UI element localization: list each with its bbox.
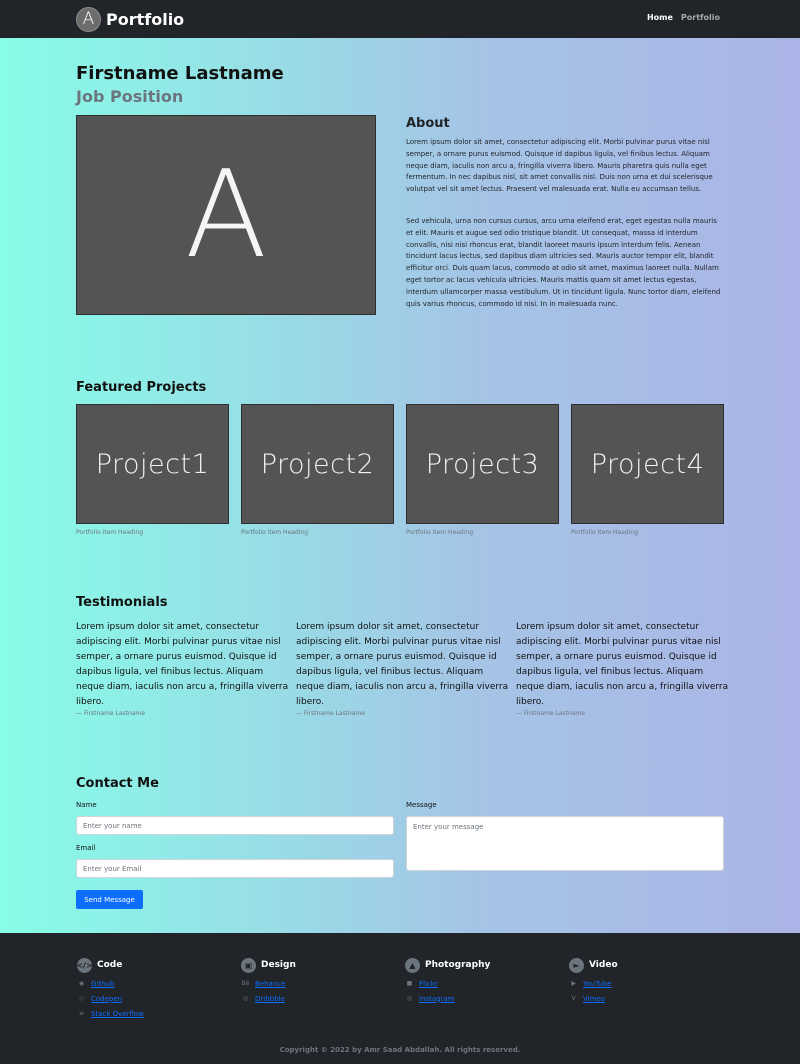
footer-heading-label: Code [97,960,123,970]
footer-column-design: ▣ Design Bē Behance ◎ Dribbble [241,957,296,1003]
footer-link[interactable]: ◎ Instagram [405,994,490,1003]
footer-heading: </> Code [76,957,144,973]
footer-link-label[interactable]: Codepen [91,995,122,1003]
nav-links: Home Portfolio [647,13,720,22]
project-card[interactable]: Project4 [571,404,724,524]
copyright: Copyright © 2022 by Amr Saad Abdallah. A… [279,1046,521,1054]
footer-heading-label: Video [589,960,618,970]
codepen-icon: ◇ [79,995,84,1002]
brand[interactable]: A Portfolio [76,6,184,32]
testimonial-author: — Firstname Lastname [296,710,365,717]
photo-icon: ▲ [405,957,420,973]
about-title: About [406,116,450,131]
footer-link[interactable]: ■ Flickr [405,979,490,988]
project-caption: Portfolio item Heading [241,529,309,536]
project-card[interactable]: Project3 [406,404,559,524]
contact-title: Contact Me [76,776,159,791]
project-caption: Portfolio item Heading [406,529,474,536]
youtube-icon: ▶ [571,980,576,987]
footer-link[interactable]: ▶ YouTube [569,979,618,988]
footer-heading: ▣ Design [241,957,296,973]
footer-link[interactable]: Bē Behance [241,979,296,988]
message-textarea[interactable]: Enter your message [406,816,724,871]
footer-link-label[interactable]: Behance [255,980,285,988]
github-icon: ◉ [78,980,85,987]
footer-link-label[interactable]: Flickr [419,980,438,988]
nav-link-home[interactable]: Home [647,13,673,22]
footer-column-photography: ▲ Photography ■ Flickr ◎ Instagram [405,957,490,1003]
navbar: A Portfolio Home Portfolio [0,0,800,38]
footer-link[interactable]: ◇ Codepen [77,994,144,1003]
footer-heading: ▲ Photography [405,957,490,973]
project-caption: Portfolio item Heading [571,529,639,536]
footer-link[interactable]: ◎ Dribbble [241,994,296,1003]
footer-link-label[interactable]: Github [91,980,114,988]
about-paragraph: Sed vehicula, urna non cursus cursus, ar… [406,217,721,308]
profile-image: A [76,115,376,315]
vimeo-icon: V [571,995,576,1002]
testimonial-text: Lorem ipsum dolor sit amet, consectetur … [296,622,509,707]
brand-title: Portfolio [106,9,185,29]
send-message-button[interactable]: Send Message [76,890,143,909]
dribbble-icon: ◎ [242,995,249,1002]
project-caption: Portfolio item Heading [76,529,144,536]
footer-column-code: </> Code ◉ Github ◇ Codepen ≡ Stack Overflo… [76,957,144,1018]
footer-link-label[interactable]: Vimeo [583,995,605,1003]
footer-heading: ► Video [569,957,618,973]
footer-heading-label: Design [261,960,296,970]
name-label: Name [76,801,97,809]
stack-overflow-icon: ≡ [78,1010,85,1017]
footer-link-label[interactable]: Dribbble [255,995,285,1003]
testimonial-text: Lorem ipsum dolor sit amet, consectetur … [516,622,729,707]
footer-link-label[interactable]: Stack Overflow [91,1010,144,1018]
behance-icon: Bē [241,980,250,987]
testimonial-author: — Firstname Lastname [516,710,585,717]
project-card[interactable]: Project1 [76,404,229,524]
message-label: Message [406,801,437,809]
testimonial-text: Lorem ipsum dolor sit amet, consectetur … [76,622,289,707]
main-content: Firstname Lastname Job Position A About … [0,38,800,933]
footer: </> Code ◉ Github ◇ Codepen ≡ Stack Overflo… [0,933,800,1064]
about-paragraph: Lorem ipsum dolor sit amet, consectetur … [406,138,713,194]
code-icon: </> [76,957,93,973]
footer-link[interactable]: ≡ Stack Overflow [77,1009,144,1018]
testimonials-title: Testimonials [76,595,168,610]
logo-icon: A [76,6,101,32]
design-icon: ▣ [241,957,256,973]
nav-link-portfolio[interactable]: Portfolio [681,13,720,22]
footer-link[interactable]: V Vimeo [569,994,618,1003]
instagram-icon: ◎ [406,995,413,1002]
footer-link-label[interactable]: Instagram [419,995,455,1003]
footer-link[interactable]: ◉ Github [77,979,144,988]
projects-title: Featured Projects [76,380,207,395]
email-label: Email [76,844,96,852]
job-position: Job Position [76,87,184,106]
project-card[interactable]: Project2 [241,404,394,524]
video-icon: ► [569,957,584,973]
email-input[interactable]: Enter your Email [76,859,394,878]
footer-link-label[interactable]: YouTube [583,980,611,988]
testimonial-author: — Firstname Lastname [76,710,145,717]
name-input[interactable]: Enter your name [76,816,394,835]
profile-name: Firstname Lastname [76,63,284,84]
footer-column-video: ► Video ▶ YouTube V Vimeo [569,957,618,1003]
footer-heading-label: Photography [425,960,491,970]
flickr-icon: ■ [406,980,413,987]
